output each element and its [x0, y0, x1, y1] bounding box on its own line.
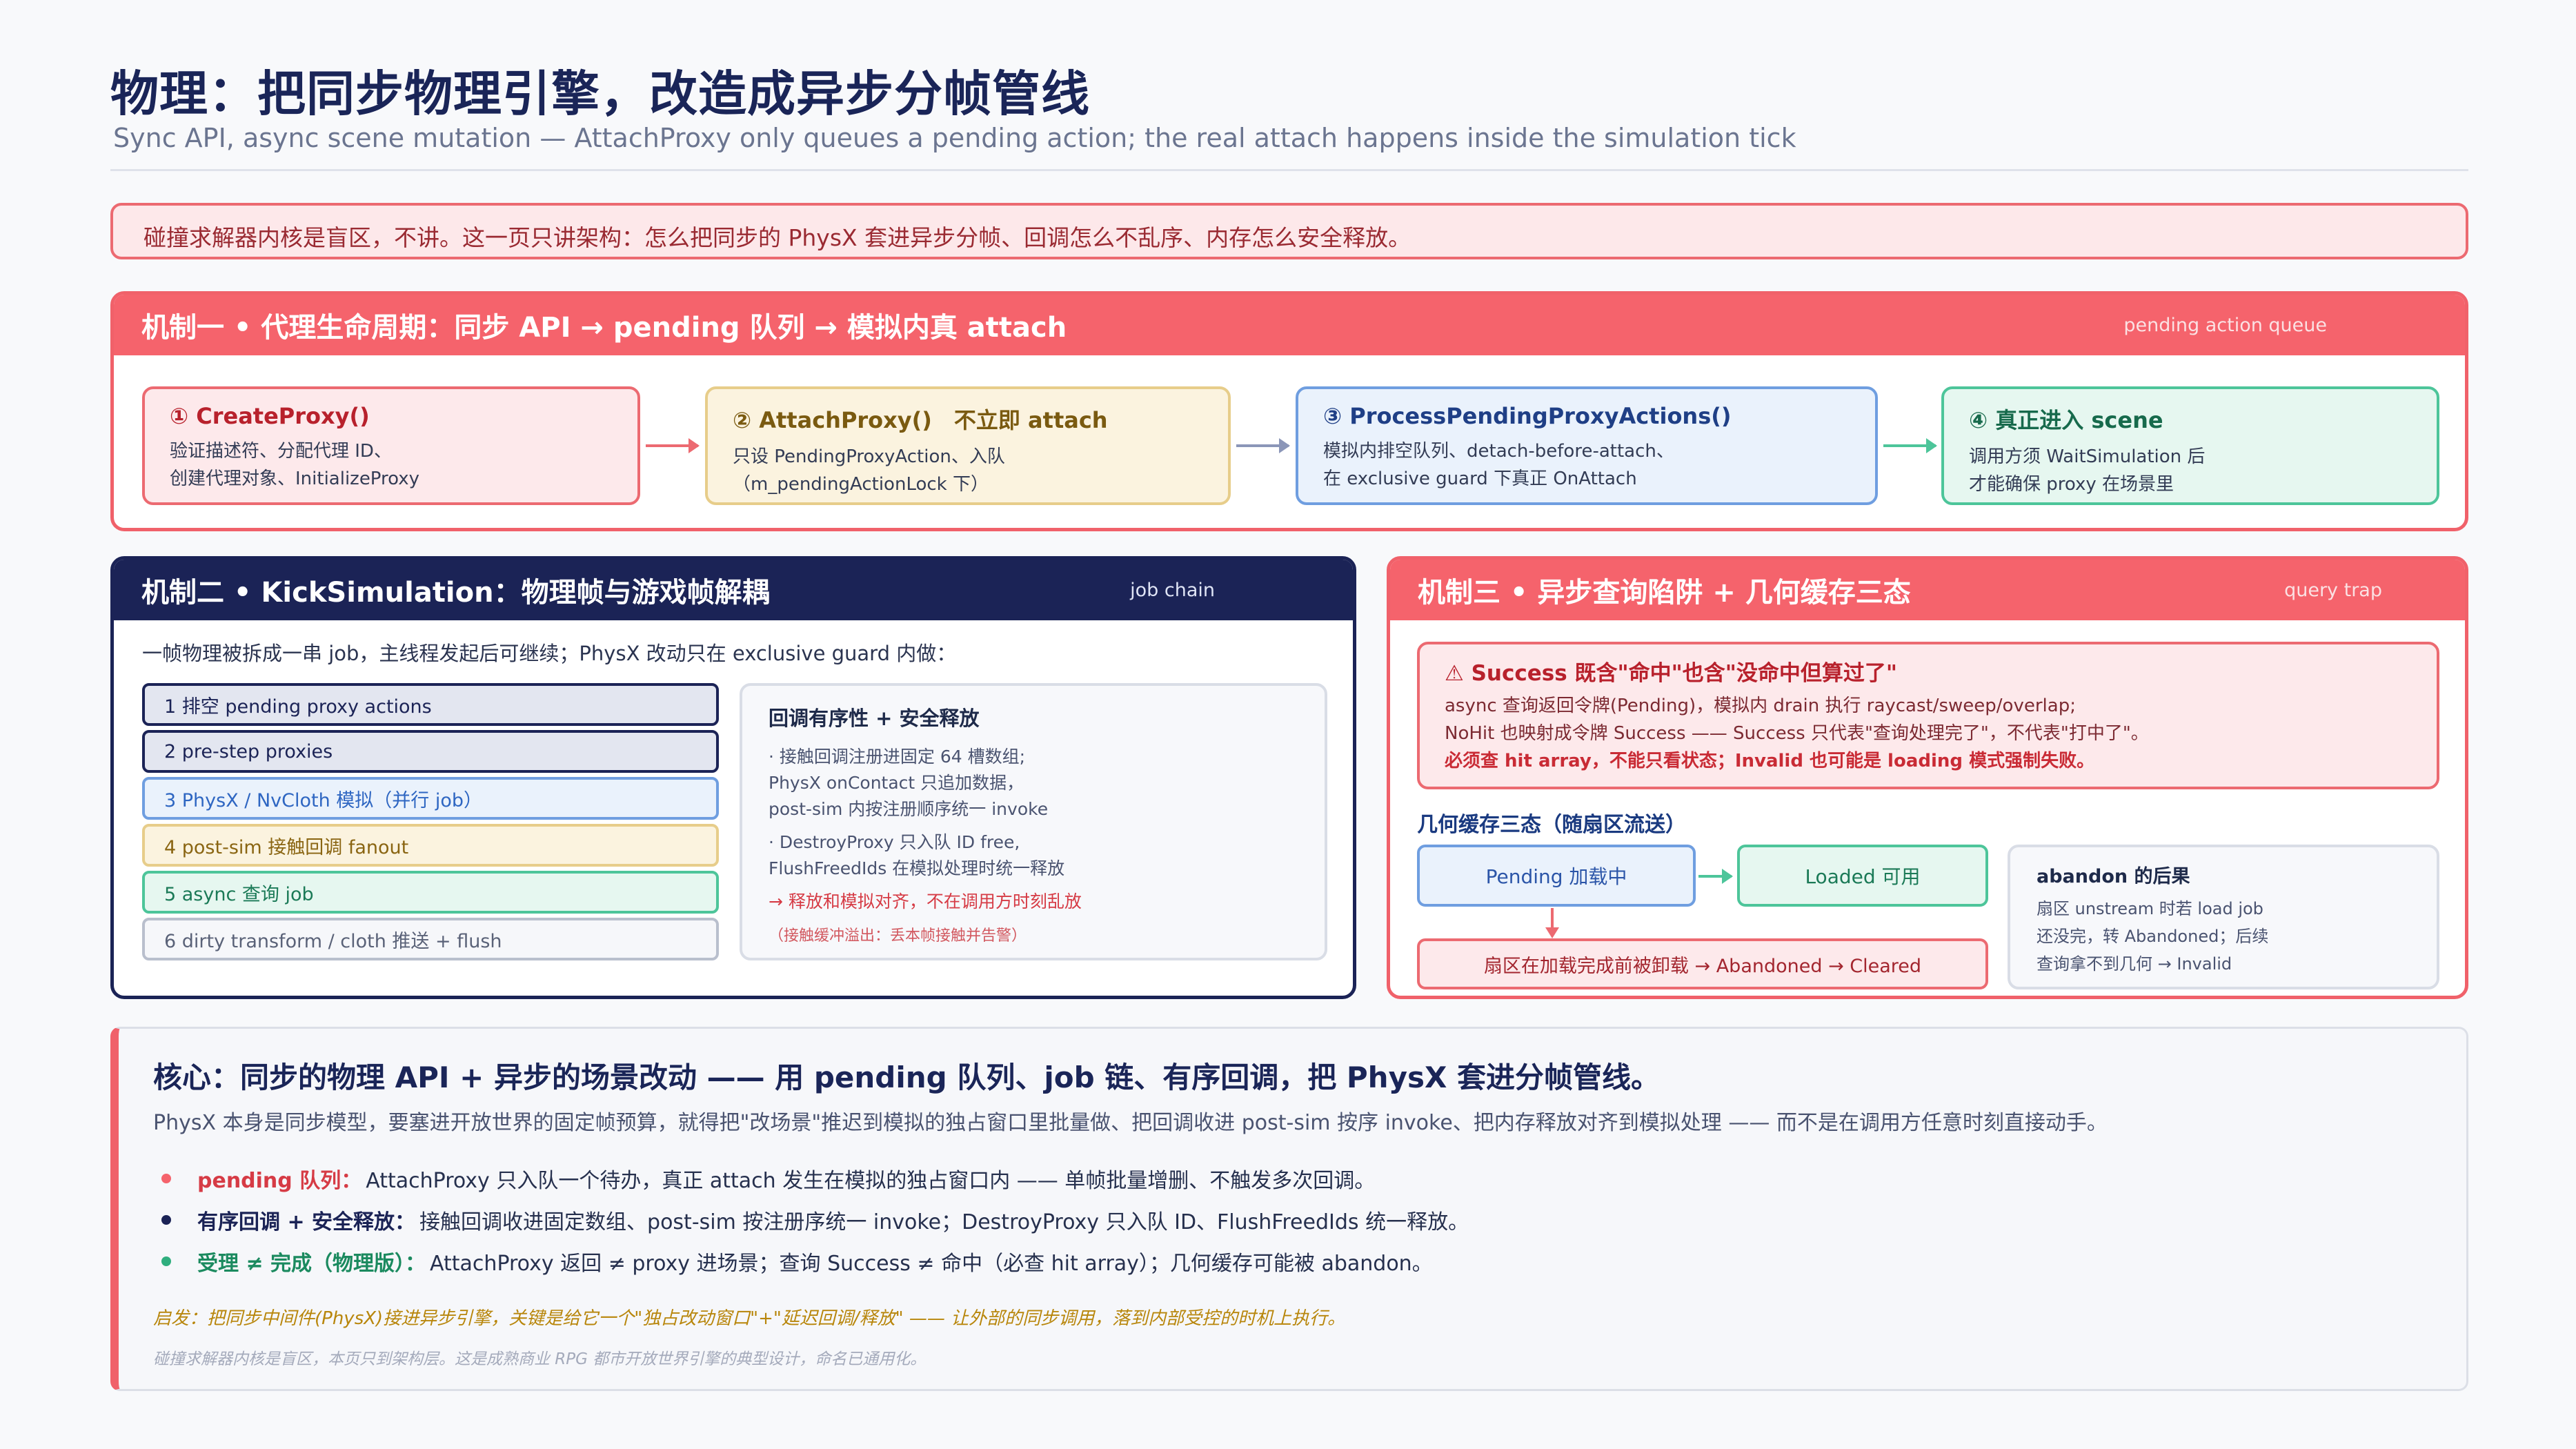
bullet-key: 有序回调 + 安全释放： [197, 1210, 416, 1234]
step-title: ① CreateProxy() [170, 403, 370, 429]
job-row: 2 pre-step proxies [142, 730, 719, 773]
step-enter-scene: ④ 真正进入 scene 调用方须 WaitSimulation 后 才能确保 … [1941, 386, 2439, 505]
callback-note: （接触缓冲溢出：丢本帧接触并告警） [769, 927, 1027, 945]
cache-states-title: 几何缓存三态（随扇区流送） [1417, 813, 1686, 837]
bullet-dot-icon [161, 1174, 171, 1183]
header-divider [110, 169, 2468, 171]
step-desc-line: 创建代理对象、InitializeProxy [170, 469, 420, 489]
step-desc-line: 在 exclusive guard 下真正 OnAttach [1323, 469, 1637, 489]
abandon-line: 查询拿不到几何 → Invalid [2037, 954, 2232, 974]
bullet-text: 接触回调收进固定数组、post-sim 按注册序统一 invoke；Destro… [419, 1210, 1469, 1234]
bullet-dot-icon [161, 1215, 171, 1225]
bullet-text: AttachProxy 返回 ≠ proxy 进场景；查询 Success ≠ … [430, 1252, 1433, 1276]
scope-notice: 碰撞求解器内核是盲区，不讲。这一页只讲架构：怎么把同步的 PhysX 套进异步分… [110, 203, 2468, 259]
step-desc-line: 调用方须 WaitSimulation 后 [1969, 446, 2206, 467]
bullet-key: pending 队列： [197, 1169, 362, 1193]
footnote: 碰撞求解器内核是盲区，本页只到架构层。这是成熟商业 RPG 都市开放世界引擎的典… [153, 1350, 927, 1368]
core-title: 核心：同步的物理 API + 异步的场景改动 —— 用 pending 队列、j… [153, 1061, 1660, 1094]
state-loaded: Loaded 可用 [1737, 845, 1988, 907]
job-row: 4 post-sim 接触回调 fanout [142, 824, 719, 867]
arrow-right-icon [1883, 438, 1937, 453]
success-warning-box: ⚠ Success 既含"命中"也含"没命中但算过了" async 查询返回令牌… [1417, 642, 2439, 789]
page-subtitle: Sync API, async scene mutation — AttachP… [113, 123, 1796, 153]
callback-line: FlushFreedIds 在模拟处理时统一释放 [769, 858, 1065, 878]
step-desc-line: 验证描述符、分配代理 ID、 [170, 441, 392, 462]
step-create-proxy: ① CreateProxy() 验证描述符、分配代理 ID、 创建代理对象、In… [142, 386, 640, 505]
bullet-key: 受理 ≠ 完成（物理版）： [197, 1252, 426, 1276]
arrow-right-icon [1698, 869, 1733, 884]
bullet-dot-icon [161, 1256, 171, 1266]
core-intro: PhysX 本身是同步模型，要塞进开放世界的固定帧预算，就得把"改场景"推迟到模… [153, 1111, 2108, 1135]
job-row: 3 PhysX / NvCloth 模拟（并行 job） [142, 777, 719, 820]
state-abandoned: 扇区在加载完成前被卸载 → Abandoned → Cleared [1417, 938, 1988, 989]
page-title: 物理：把同步物理引擎，改造成异步分帧管线 [110, 66, 1090, 122]
mech2-intro: 一帧物理被拆成一串 job，主线程发起后可继续；PhysX 改动只在 exclu… [142, 642, 957, 665]
step-process-pending: ③ ProcessPendingProxyActions() 模拟内排空队列、d… [1296, 386, 1878, 505]
callback-line: · DestroyProxy 只入队 ID free, [769, 832, 1020, 852]
step-desc-line: 才能确保 proxy 在场景里 [1969, 474, 2174, 495]
abandon-line: 还没完，转 Abandoned；后续 [2037, 927, 2269, 946]
arrow-down-icon [1545, 908, 1559, 938]
step-desc-line: 只设 PendingProxyAction、入队 [733, 446, 1005, 467]
callback-result: → 释放和模拟对齐，不在调用方时刻乱放 [769, 891, 1082, 911]
mech1-tag: pending action queue [2123, 314, 2327, 336]
warning-title: ⚠ Success 既含"命中"也含"没命中但算过了" [1445, 661, 1898, 686]
abandon-line: 扇区 unstream 时若 load job [2037, 899, 2263, 918]
step-desc-line: 模拟内排空队列、detach-before-attach、 [1323, 441, 1674, 462]
mech2-title: 机制二 • KickSimulation：物理帧与游戏帧解耦 [141, 577, 770, 609]
step-desc-line: （m_pendingActionLock 下） [733, 474, 989, 495]
job-row: 6 dirty transform / cloth 推送 + flush [142, 918, 719, 960]
callback-title: 回调有序性 + 安全释放 [769, 707, 980, 730]
inspiration-note: 启发：把同步中间件(PhysX)接进异步引擎，关键是给它一个"独占改动窗口"+"… [153, 1308, 1346, 1329]
step-attach-proxy: ② AttachProxy() 不立即 attach 只设 PendingPro… [705, 386, 1231, 505]
abandon-consequence-box: abandon 的后果 扇区 unstream 时若 load job 还没完，… [2008, 845, 2439, 989]
callback-line: post-sim 内按注册顺序统一 invoke [769, 799, 1049, 819]
bullet-text: AttachProxy 只入队一个待办，真正 attach 发生在模拟的独占窗口… [366, 1169, 1376, 1193]
mech1-header: 机制一 • 代理生命周期：同步 API → pending 队列 → 模拟内真 … [114, 295, 2465, 355]
step-title: ③ ProcessPendingProxyActions() [1323, 403, 1732, 429]
warning-emphasis: 必须查 hit array，不能只看状态；Invalid 也可能是 loadin… [1445, 751, 2095, 771]
mech2-tag: job chain [1130, 579, 1215, 601]
job-row: 1 排空 pending proxy actions [142, 683, 719, 726]
callback-box: 回调有序性 + 安全释放 · 接触回调注册进固定 64 槽数组; PhysX o… [740, 683, 1327, 960]
warning-line: async 查询返回令牌(Pending)，模拟内 drain 执行 rayca… [1445, 696, 2076, 716]
mech3-title: 机制三 • 异步查询陷阱 + 几何缓存三态 [1418, 577, 1911, 609]
warning-line: NoHit 也映射成令牌 Success —— Success 只代表"查询处理… [1445, 723, 2149, 744]
callback-line: · 接触回调注册进固定 64 槽数组; [769, 747, 1026, 767]
core-bullet: 受理 ≠ 完成（物理版）： AttachProxy 返回 ≠ proxy 进场景… [161, 1246, 1433, 1276]
state-pending: Pending 加载中 [1417, 845, 1696, 907]
step-title: ② AttachProxy() 不立即 attach [733, 407, 1108, 433]
job-row: 5 async 查询 job [142, 871, 719, 914]
callback-line: PhysX onContact 只追加数据， [769, 773, 1024, 793]
mech2-header: 机制二 • KickSimulation：物理帧与游戏帧解耦 job chain [114, 560, 1353, 620]
mech1-title: 机制一 • 代理生命周期：同步 API → pending 队列 → 模拟内真 … [141, 312, 1067, 344]
mech3-header: 机制三 • 异步查询陷阱 + 几何缓存三态 query trap [1390, 560, 2465, 620]
abandon-title: abandon 的后果 [2037, 866, 2190, 887]
core-bullet: pending 队列： AttachProxy 只入队一个待办，真正 attac… [161, 1163, 1375, 1194]
mech3-tag: query trap [2284, 579, 2382, 601]
core-bullet: 有序回调 + 安全释放： 接触回调收进固定数组、post-sim 按注册序统一 … [161, 1205, 1469, 1235]
step-title: ④ 真正进入 scene [1969, 407, 2163, 433]
arrow-right-icon [646, 438, 700, 453]
arrow-right-icon [1236, 438, 1290, 453]
